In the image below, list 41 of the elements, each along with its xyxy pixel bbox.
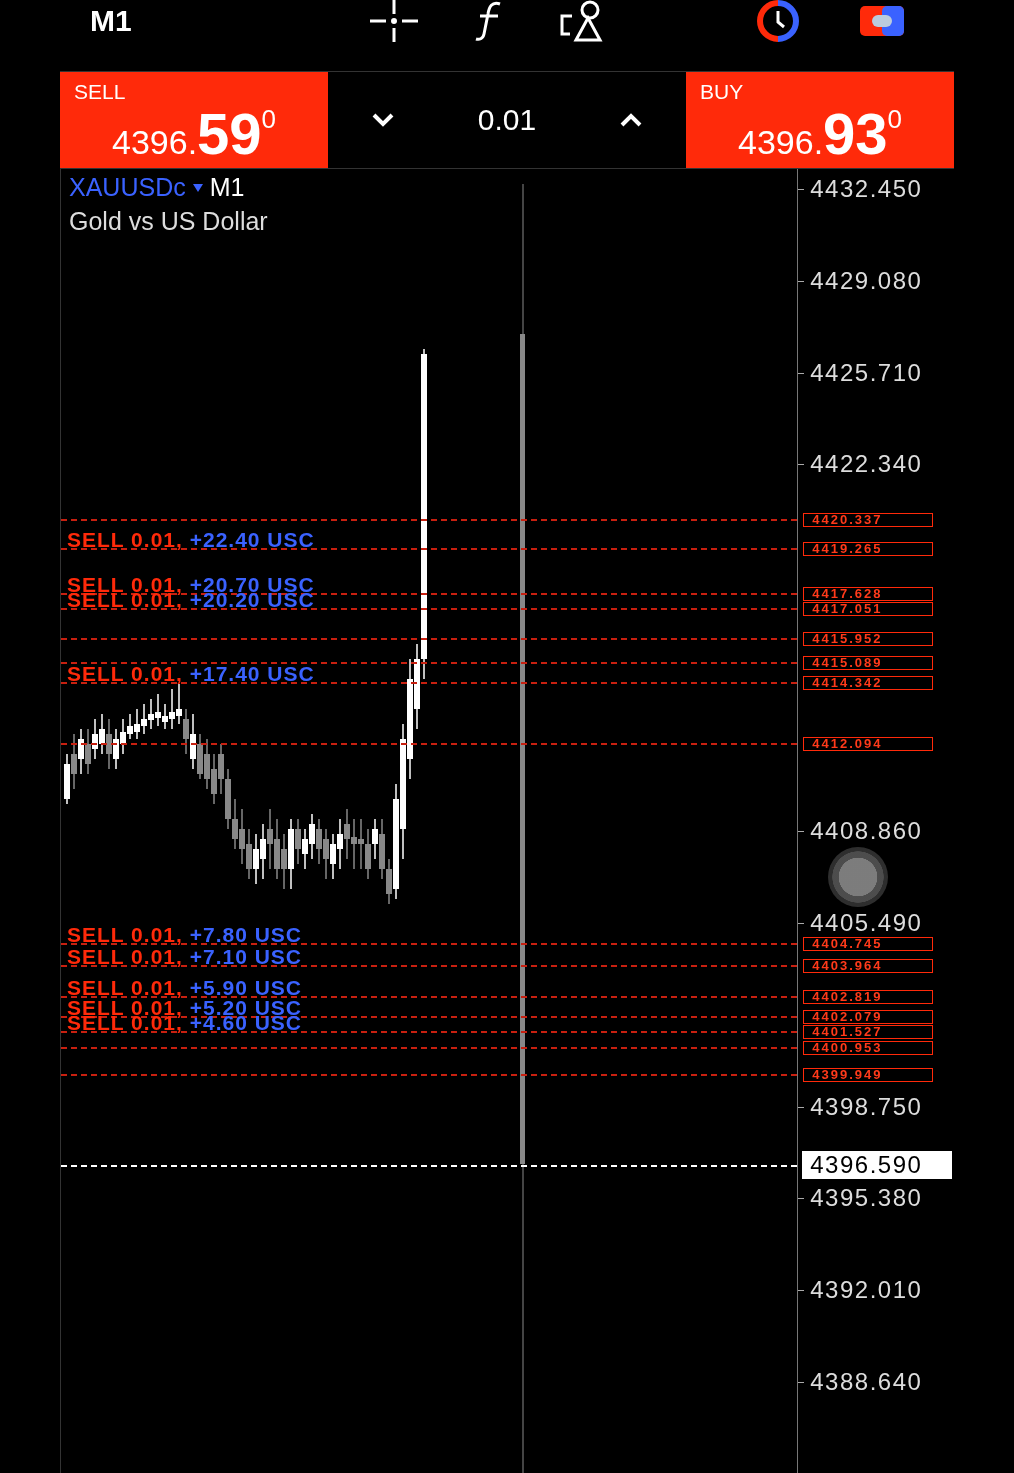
buy-button[interactable]: BUY 4396.93$^{0}$ xyxy=(686,72,954,168)
order-label: SELL 0.01, +7.80 USC xyxy=(67,927,302,943)
crosshair-icon[interactable] xyxy=(370,0,418,42)
price-tick: 4398.750 xyxy=(810,1093,923,1120)
price-tick: 4429.080 xyxy=(810,267,923,294)
symbol-label[interactable]: XAUUSDc xyxy=(69,173,186,202)
order-price-tag: 4412.094 xyxy=(803,737,934,752)
price-tick: 4388.640 xyxy=(810,1368,923,1395)
order-price-tag: 4415.089 xyxy=(803,655,934,670)
order-price-tag: 4415.952 xyxy=(803,632,934,647)
price-tick: 4392.010 xyxy=(810,1277,923,1304)
order-price-tag: 4399.949 xyxy=(803,1068,934,1082)
order-label: SELL 0.01, +4.60 USC xyxy=(67,1015,302,1031)
order-price-tag: 4402.819 xyxy=(803,989,934,1004)
order-price-tag: 4400.953 xyxy=(803,1040,934,1055)
price-tick: 4422.340 xyxy=(810,451,923,478)
order-price-tag: 4402.079 xyxy=(803,1010,934,1024)
order-label: SELL 0.01, +20.20 USC xyxy=(67,592,315,608)
timeframe-label[interactable]: M1 xyxy=(90,3,370,38)
price-tick: 4432.450 xyxy=(810,176,923,202)
order-price-tag: 4403.964 xyxy=(803,958,934,973)
order-price-tag: 4420.337 xyxy=(803,512,934,527)
order-price-tag: 4417.051 xyxy=(803,602,934,617)
order-price-tag: 4404.745 xyxy=(803,937,934,952)
order-price-tag: 4419.265 xyxy=(803,542,934,556)
order-price-tag: 4414.342 xyxy=(803,676,934,691)
sell-button[interactable]: SELL 4396.59$^{0}$ xyxy=(60,72,328,168)
order-price-tag: 4417.628 xyxy=(803,586,934,601)
caret-icon[interactable] xyxy=(191,182,204,193)
current-price-tag: 4396.590 xyxy=(802,1151,953,1180)
clock-icon[interactable] xyxy=(754,0,802,42)
timeframe-label: M1 xyxy=(209,173,245,202)
order-label: SELL 0.01, +17.40 USC xyxy=(67,666,315,682)
price-tick: 4408.860 xyxy=(810,818,923,845)
price-tick: 4425.710 xyxy=(810,359,923,386)
order-price-tag: 4401.527 xyxy=(803,1025,934,1040)
symbol-description: Gold vs US Dollar xyxy=(69,207,268,236)
price-tick: 4395.380 xyxy=(810,1185,923,1212)
price-tick: 4405.490 xyxy=(810,910,923,937)
shapes-icon[interactable] xyxy=(560,0,604,42)
volume-field[interactable]: 0.01 xyxy=(477,103,537,137)
